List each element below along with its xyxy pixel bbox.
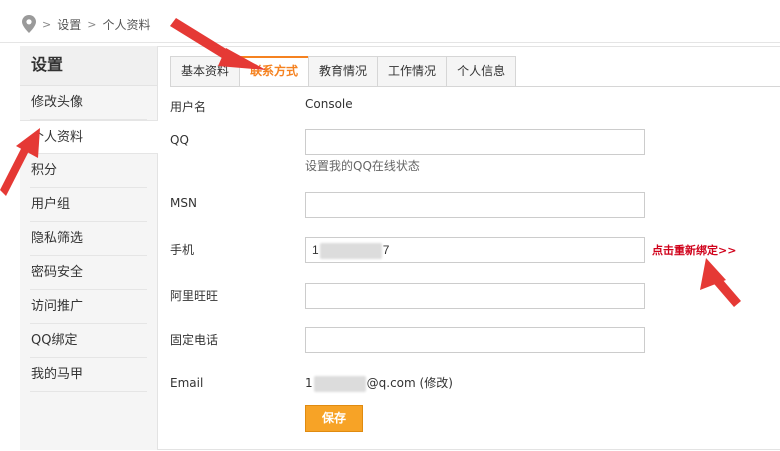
sidebar-item-password[interactable]: 密码安全 [30,256,147,290]
aliwangwang-label: 阿里旺旺 [170,289,219,303]
breadcrumb-separator: > [42,17,52,31]
msn-label: MSN [170,196,197,210]
aliwangwang-input[interactable] [305,283,645,309]
location-pin-icon [22,15,36,33]
email-modify-link[interactable]: (修改) [420,376,453,390]
sidebar-item-qq-binding[interactable]: QQ绑定 [30,324,147,358]
sidebar-item-promotion[interactable]: 访问推广 [30,290,147,324]
breadcrumb-divider [0,42,780,43]
tabs-divider [170,86,780,87]
phone-prefix: 1 [312,243,319,257]
email-suffix: @q.com [366,376,416,390]
sidebar-item-vest[interactable]: 我的马甲 [30,358,147,392]
landline-label: 固定电话 [170,333,219,347]
msn-input[interactable] [305,192,645,218]
qq-hint: 设置我的QQ在线状态 [305,159,420,173]
phone-suffix: 7 [382,243,390,257]
email-value: 1 @q.com (修改) [305,374,453,392]
sidebar-item-usergroup[interactable]: 用户组 [30,188,147,222]
tab-education[interactable]: 教育情况 [308,56,379,86]
sidebar-item-credits[interactable]: 积分 [30,154,147,188]
redacted-mask [313,375,366,392]
settings-sidebar: 设置 修改头像 个人资料 积分 用户组 隐私筛选 密码安全 访问推广 QQ绑定 … [20,46,158,450]
tab-personal-info[interactable]: 个人信息 [446,56,517,86]
sidebar-item-privacy[interactable]: 隐私筛选 [30,222,147,256]
username-value: Console [305,97,353,111]
qq-label: QQ [170,133,189,147]
phone-label: 手机 [170,243,195,257]
sidebar-title: 设置 [20,46,157,86]
email-label: Email [170,376,204,390]
redacted-mask [319,242,382,259]
phone-input[interactable]: 17 [305,237,645,263]
tab-basic-info[interactable]: 基本资料 [170,56,241,86]
tab-contact[interactable]: 联系方式 [239,56,310,86]
landline-input[interactable] [305,327,645,353]
breadcrumb-settings-link[interactable]: 设置 [57,16,81,33]
sidebar-item-avatar[interactable]: 修改头像 [30,86,147,120]
breadcrumb-profile-link[interactable]: 个人资料 [102,16,150,33]
breadcrumb: > 设置 > 个人资料 [22,12,150,36]
tab-work[interactable]: 工作情况 [377,56,448,86]
username-label: 用户名 [170,100,207,114]
breadcrumb-separator: > [87,17,97,31]
rebind-phone-link[interactable]: 点击重新绑定>> [652,242,736,258]
save-button[interactable]: 保存 [305,405,363,432]
email-prefix: 1 [305,376,313,390]
profile-tabs: 基本资料 联系方式 教育情况 工作情况 个人信息 [170,56,517,86]
qq-input[interactable] [305,129,645,155]
sidebar-item-profile[interactable]: 个人资料 [20,120,158,154]
